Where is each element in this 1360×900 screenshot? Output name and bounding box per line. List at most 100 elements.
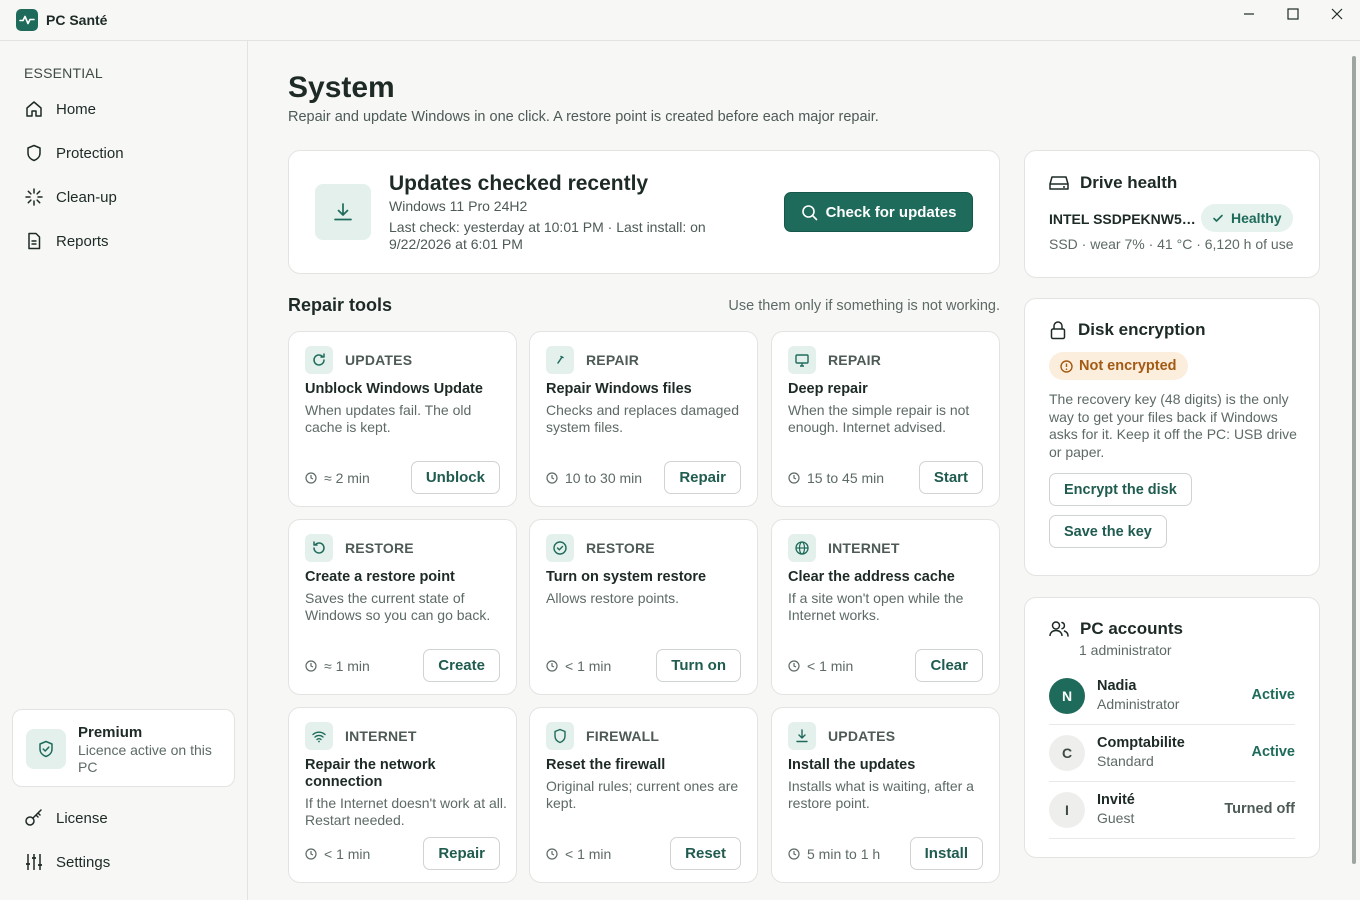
restore-icon: [305, 534, 333, 562]
tool-description: Checks and replaces damaged system files…: [546, 402, 740, 435]
shield-check-icon: [26, 729, 66, 769]
repair-network-button[interactable]: Repair: [423, 837, 500, 870]
updates-title: Updates checked recently: [389, 172, 649, 195]
search-icon: [801, 204, 818, 221]
status-badge-label: Not encrypted: [1079, 358, 1177, 374]
account-row[interactable]: N Nadia Administrator Active: [1049, 668, 1295, 725]
refresh-icon: [305, 346, 333, 374]
start-deep-repair-button[interactable]: Start: [918, 461, 983, 494]
tool-name: Unblock Windows Update: [305, 381, 483, 397]
tool-duration: < 1 min: [788, 658, 853, 674]
tool-duration: ≈ 2 min: [305, 470, 370, 486]
drive-icon: [1049, 174, 1069, 192]
tool-duration: 15 to 45 min: [788, 470, 884, 486]
download-icon: [788, 722, 816, 750]
check-circle-icon: [546, 534, 574, 562]
account-row[interactable]: I Invité Guest Turned off: [1049, 782, 1295, 839]
avatar: C: [1049, 735, 1085, 771]
sidebar-item-label: Reports: [56, 232, 109, 250]
maximize-button[interactable]: [1271, 0, 1315, 32]
sidebar-item-label: License: [56, 809, 108, 827]
tool-description: Allows restore points.: [546, 590, 680, 606]
updates-os: Windows 11 Pro 24H2: [389, 198, 528, 214]
drive-health-title: Drive health: [1080, 173, 1178, 192]
clock-icon: [305, 660, 317, 672]
premium-subtitle: Licence active on this PC: [78, 742, 212, 775]
tool-duration-text: < 1 min: [807, 658, 854, 674]
tool-description: Original rules; current ones are kept.: [546, 778, 739, 811]
disk-encryption-title: Disk encryption: [1078, 320, 1206, 339]
avatar: N: [1049, 678, 1085, 714]
repair-files-button[interactable]: Repair: [664, 461, 741, 494]
minimize-button[interactable]: [1227, 0, 1271, 32]
status-badge: Not encrypted: [1049, 352, 1188, 380]
maximize-icon: [1287, 7, 1299, 25]
disk-encryption-card: Disk encryption Not encrypted The recove…: [1024, 298, 1320, 576]
tool-category: UPDATES: [345, 352, 413, 368]
tool-card-repair-network: INTERNET Repair the network connection I…: [288, 707, 517, 883]
pc-accounts-title: PC accounts: [1080, 619, 1183, 638]
create-restore-point-button[interactable]: Create: [423, 649, 500, 682]
install-updates-button[interactable]: Install: [909, 837, 983, 870]
tool-name: Repair Windows files: [546, 381, 692, 397]
account-role: Administrator: [1097, 696, 1180, 712]
sidebar-section-label: ESSENTIAL: [24, 65, 103, 81]
tool-name: Reset the firewall: [546, 757, 666, 773]
clear-cache-button[interactable]: Clear: [915, 649, 983, 682]
pc-accounts-card: PC accounts 1 administrator N Nadia Admi…: [1024, 597, 1320, 858]
close-button[interactable]: [1315, 0, 1359, 32]
tool-name: Create a restore point: [305, 569, 455, 585]
sidebar-item-reports[interactable]: Reports: [12, 221, 236, 261]
clock-icon: [788, 660, 800, 672]
tool-duration-text: < 1 min: [565, 846, 612, 862]
sidebar-item-settings[interactable]: Settings: [12, 842, 236, 882]
sidebar-item-label: Home: [56, 100, 97, 118]
save-key-button[interactable]: Save the key: [1049, 515, 1167, 548]
sidebar-item-license[interactable]: License: [12, 798, 236, 838]
account-name: Comptabilite: [1097, 735, 1185, 751]
tool-card-clear-address-cache: INTERNET Clear the address cache If a si…: [771, 519, 1000, 695]
pulse-icon: [16, 9, 38, 31]
scrollbar[interactable]: [1352, 56, 1356, 864]
clock-icon: [546, 660, 558, 672]
tool-duration-text: < 1 min: [324, 846, 371, 862]
tool-description: When updates fail. The old cache is kept…: [305, 402, 472, 435]
sidebar-item-clean-up[interactable]: Clean-up: [12, 177, 236, 217]
reset-firewall-button[interactable]: Reset: [670, 837, 741, 870]
account-role: Guest: [1097, 810, 1135, 826]
tool-name: Repair the network connection: [305, 757, 436, 790]
sliders-icon: [24, 852, 44, 872]
tool-card-deep-repair: REPAIR Deep repair When the simple repai…: [771, 331, 1000, 507]
drive-stats: SSD · wear 7% · 41 °C · 6,120 h of use: [1049, 236, 1294, 252]
tool-description: When the simple repair is not enough. In…: [788, 402, 970, 435]
tool-name: Clear the address cache: [788, 569, 955, 585]
encrypt-disk-button[interactable]: Encrypt the disk: [1049, 473, 1192, 506]
turn-on-restore-button[interactable]: Turn on: [656, 649, 741, 682]
tool-duration: 5 min to 1 h: [788, 846, 880, 862]
premium-card[interactable]: Premium Licence active on this PC: [12, 709, 235, 787]
clock-icon: [305, 472, 317, 484]
sidebar-item-label: Settings: [56, 853, 111, 871]
tool-duration-text: 5 min to 1 h: [807, 846, 881, 862]
tool-duration: 10 to 30 min: [546, 470, 642, 486]
alert-circle-icon: [1060, 359, 1073, 373]
app-title: PC Santé: [46, 12, 108, 28]
check-for-updates-button[interactable]: Check for updates: [784, 192, 973, 232]
sidebar-item-home[interactable]: Home: [12, 89, 236, 129]
disk-encryption-header: Disk encryption: [1049, 320, 1206, 340]
account-role: Standard: [1097, 753, 1154, 769]
unblock-button[interactable]: Unblock: [410, 461, 500, 494]
tool-duration: ≈ 1 min: [305, 658, 370, 674]
check-icon: [1212, 212, 1224, 224]
status-badge-label: Healthy: [1231, 210, 1282, 226]
tool-category: FIREWALL: [586, 728, 660, 744]
account-row[interactable]: C Comptabilite Standard Active: [1049, 725, 1295, 782]
status-badge: Healthy: [1201, 204, 1293, 232]
sidebar-item-protection[interactable]: Protection: [12, 133, 236, 173]
updates-last-check: Last check: yesterday at 10:01 PM · Last…: [389, 219, 706, 252]
tool-description: If the Internet doesn't work at all. Res…: [305, 795, 507, 828]
pc-accounts-subtitle: 1 administrator: [1079, 642, 1172, 658]
tool-duration-text: 15 to 45 min: [807, 470, 885, 486]
tool-card-unblock-windows-update: UPDATES Unblock Windows Update When upda…: [288, 331, 517, 507]
tool-description: If a site won't open while the Internet …: [788, 590, 964, 623]
